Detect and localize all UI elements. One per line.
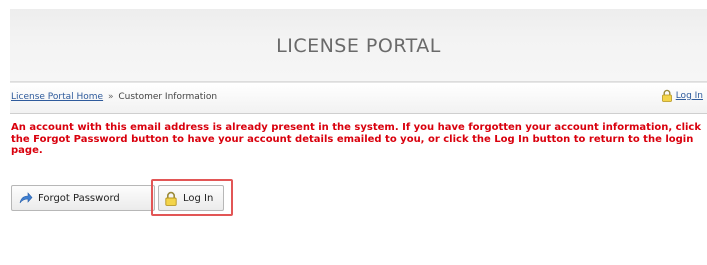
breadcrumb-current: Customer Information bbox=[118, 92, 218, 102]
header-login-label: Log In bbox=[675, 90, 703, 101]
page-title: LICENSE PORTAL bbox=[276, 35, 441, 57]
breadcrumb-home-link[interactable]: License Portal Home bbox=[11, 92, 103, 102]
log-in-label: Log In bbox=[183, 192, 214, 204]
breadcrumb-bar: License Portal Home » Customer Informati… bbox=[10, 82, 707, 114]
header-bar: LICENSE PORTAL bbox=[10, 9, 707, 82]
forgot-password-button[interactable]: Forgot Password bbox=[11, 185, 155, 211]
forgot-password-label: Forgot Password bbox=[38, 192, 120, 204]
lock-icon bbox=[164, 191, 178, 206]
arrow-icon bbox=[19, 192, 33, 204]
header-login-link[interactable]: Log In bbox=[661, 89, 703, 102]
lock-icon bbox=[661, 89, 673, 102]
breadcrumb: License Portal Home » Customer Informati… bbox=[11, 92, 217, 102]
page: LICENSE PORTAL License Portal Home » Cus… bbox=[10, 9, 707, 265]
log-in-button[interactable]: Log In bbox=[158, 185, 224, 211]
error-message: An account with this email address is al… bbox=[11, 122, 702, 156]
breadcrumb-separator: » bbox=[107, 92, 114, 102]
